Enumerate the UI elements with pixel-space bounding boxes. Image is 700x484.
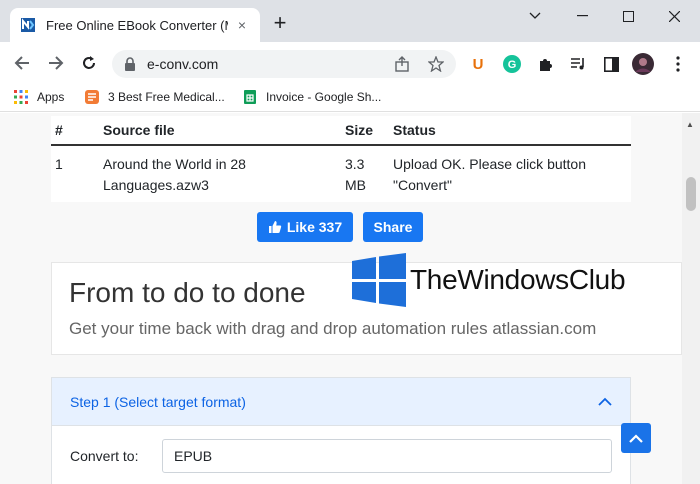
ublock-letter: U — [472, 55, 484, 73]
grammarly-letter: G — [508, 59, 517, 71]
cell-status: Upload OK. Please click button "Convert" — [389, 145, 631, 202]
star-icon[interactable] — [428, 56, 444, 72]
watermark-text: TheWindowsClub — [410, 264, 626, 295]
chevron-up-icon — [629, 433, 643, 443]
close-icon[interactable] — [651, 0, 697, 32]
step1-header[interactable]: Step 1 (Select target format) — [52, 378, 630, 426]
sidebar-icon[interactable] — [600, 53, 622, 75]
cell-size: 3.3 MB — [341, 145, 389, 202]
table-row: 1 Around the World in 28 Languages.azw3 … — [51, 145, 631, 202]
share-icon[interactable] — [394, 56, 410, 72]
reload-icon[interactable] — [77, 51, 101, 75]
avatar[interactable] — [632, 53, 654, 75]
bookmark-apps[interactable]: Apps — [13, 89, 64, 105]
chevron-down-icon[interactable] — [512, 0, 558, 32]
source-line: Languages.azw3 — [103, 177, 209, 193]
page-scrollbar[interactable]: ▲ — [682, 113, 700, 484]
col-header-source: Source file — [99, 116, 341, 146]
ad-subline: Get your time back with drag and drop au… — [69, 319, 597, 338]
bookmark-favicon — [85, 90, 99, 104]
size-line: MB — [345, 177, 366, 193]
scroll-up-arrow-icon[interactable]: ▲ — [686, 120, 694, 129]
maximize-icon[interactable] — [605, 0, 651, 32]
thewindowsclub-watermark: TheWindowsClub — [352, 253, 626, 307]
scrollbar-thumb[interactable] — [686, 177, 696, 211]
source-line: Around the World in 28 — [103, 156, 246, 172]
forward-icon[interactable] — [44, 51, 68, 75]
col-header-status: Status — [389, 116, 631, 146]
size-line: 3.3 — [345, 156, 365, 172]
step1-title: Step 1 (Select target format) — [70, 393, 246, 410]
apps-grid-icon — [14, 90, 28, 104]
files-table: # Source file Size Status 1 Around the W… — [51, 116, 631, 202]
bookmarks-bar: Apps 3 Best Free Medical... Invoice - Go… — [0, 84, 700, 112]
url-text: e-conv.com — [147, 56, 219, 72]
share-label: Share — [373, 219, 413, 235]
status-line: Upload OK. Please click button — [393, 156, 586, 172]
cell-source: Around the World in 28 Languages.azw3 — [99, 145, 341, 202]
like-label: Like 337 — [286, 219, 343, 235]
browser-tab[interactable]: Free Online EBook Converter (MOBI, EPUB,… — [10, 8, 260, 42]
target-format-select[interactable]: EPUB — [162, 439, 612, 473]
facebook-share-button[interactable]: Share — [363, 212, 423, 242]
files-table-card: # Source file Size Status 1 Around the W… — [51, 116, 631, 202]
ad-headline: From to do to done — [69, 277, 306, 308]
bookmark-medical[interactable]: 3 Best Free Medical... — [84, 89, 225, 105]
windows-logo-icon — [352, 253, 406, 307]
menu-icon[interactable] — [667, 53, 689, 75]
grammarly-extension-icon[interactable]: G — [501, 53, 523, 75]
tab-strip: Free Online EBook Converter (MOBI, EPUB,… — [0, 0, 700, 42]
chevron-up-icon — [598, 397, 612, 406]
new-tab-button[interactable]: + — [268, 12, 292, 36]
scroll-to-top-button[interactable] — [621, 423, 651, 453]
media-icon[interactable] — [567, 53, 589, 75]
tab-close-icon[interactable]: × — [234, 17, 250, 33]
site-favicon — [21, 18, 35, 32]
col-header-size: Size — [341, 116, 389, 146]
step1-panel: Step 1 (Select target format) Convert to… — [51, 377, 631, 484]
lock-icon — [125, 57, 135, 71]
cell-num: 1 — [55, 156, 63, 172]
tab-title: Free Online EBook Converter (MOBI, EPUB,… — [46, 17, 228, 33]
bookmark-label: 3 Best Free Medical... — [108, 90, 225, 104]
bookmark-invoice[interactable]: Invoice - Google Sh... — [242, 89, 381, 105]
back-icon[interactable] — [10, 51, 34, 75]
puzzle-icon[interactable] — [534, 53, 556, 75]
convert-to-label: Convert to: — [70, 448, 139, 464]
table-header-row: # Source file Size Status — [51, 116, 631, 146]
thumbs-up-icon — [268, 221, 282, 233]
col-header-num: # — [51, 116, 99, 146]
address-bar[interactable]: e-conv.com — [112, 50, 456, 78]
sheets-icon — [244, 90, 256, 104]
convert-row: Convert to: EPUB — [70, 439, 612, 473]
status-line: "Convert" — [393, 177, 452, 193]
ublock-extension-icon[interactable]: U — [467, 53, 489, 75]
bookmark-label: Invoice - Google Sh... — [266, 90, 382, 104]
minimize-icon[interactable] — [559, 0, 605, 32]
facebook-like-button[interactable]: Like 337 — [257, 212, 353, 242]
bookmark-label: Apps — [37, 90, 65, 104]
